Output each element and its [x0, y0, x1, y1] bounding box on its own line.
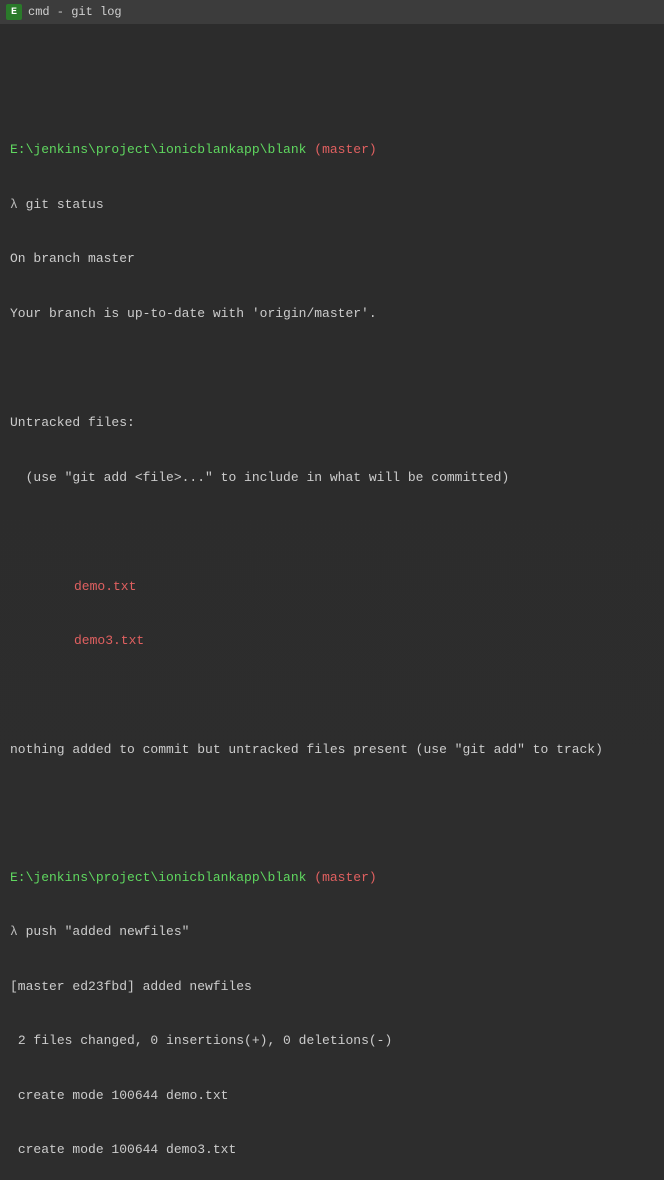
- output-line: Your branch is up-to-date with 'origin/m…: [10, 305, 654, 323]
- prompt-line: E:\jenkins\project\ionicblankapp\blank (…: [10, 141, 654, 159]
- command-line: λ push "added newfiles": [10, 923, 654, 941]
- terminal-output[interactable]: E:\jenkins\project\ionicblankapp\blank (…: [0, 24, 664, 1180]
- command-line: λ git status: [10, 196, 654, 214]
- file-name: demo3.txt: [10, 632, 144, 650]
- command-text: git status: [26, 197, 104, 212]
- output-line: (use "git add <file>..." to include in w…: [10, 469, 654, 487]
- file-name: demo.txt: [10, 578, 136, 596]
- empty-line: [10, 359, 654, 377]
- prompt-line: E:\jenkins\project\ionicblankapp\blank (…: [10, 869, 654, 887]
- empty-line: [10, 523, 654, 541]
- prompt-symbol: λ: [10, 924, 18, 939]
- output-line: [master ed23fbd] added newfiles: [10, 978, 654, 996]
- output-line: create mode 100644 demo.txt: [10, 1087, 654, 1105]
- app-icon: E: [6, 4, 22, 20]
- branch-indicator: (master): [314, 870, 376, 885]
- output-line: On branch master: [10, 250, 654, 268]
- empty-line: [10, 687, 654, 705]
- branch-indicator: (master): [314, 142, 376, 157]
- empty-line: [10, 68, 654, 86]
- output-line: 2 files changed, 0 insertions(+), 0 dele…: [10, 1032, 654, 1050]
- empty-line: [10, 796, 654, 814]
- cwd-path: E:\jenkins\project\ionicblankapp\blank: [10, 142, 306, 157]
- command-text: push "added newfiles": [26, 924, 190, 939]
- prompt-symbol: λ: [10, 197, 18, 212]
- untracked-file: demo.txt: [10, 578, 654, 596]
- title-bar: E cmd - git log: [0, 0, 664, 24]
- cwd-path: E:\jenkins\project\ionicblankapp\blank: [10, 870, 306, 885]
- untracked-file: demo3.txt: [10, 632, 654, 650]
- output-line: Untracked files:: [10, 414, 654, 432]
- output-line: nothing added to commit but untracked fi…: [10, 741, 654, 759]
- window-title: cmd - git log: [28, 5, 122, 19]
- output-line: create mode 100644 demo3.txt: [10, 1141, 654, 1159]
